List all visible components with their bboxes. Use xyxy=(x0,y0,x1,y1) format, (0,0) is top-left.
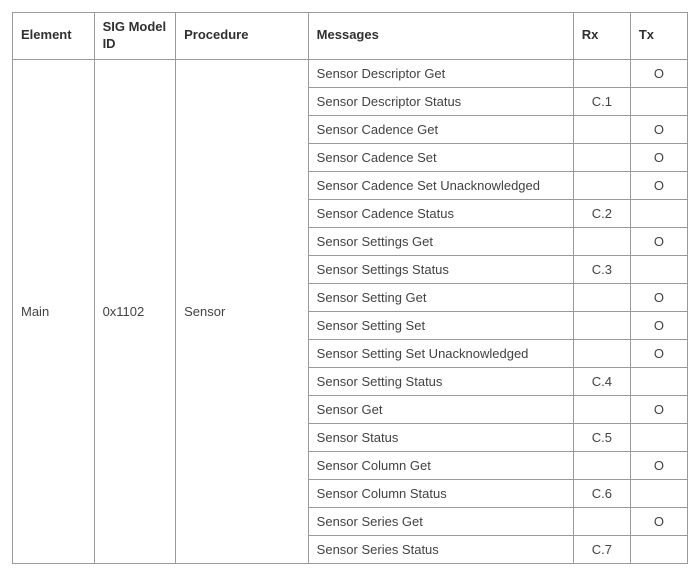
cell-rx: C.4 xyxy=(573,367,630,395)
cell-rx xyxy=(573,171,630,199)
cell-message: Sensor Get xyxy=(308,395,573,423)
header-model-id: SIG Model ID xyxy=(94,13,176,60)
cell-tx: O xyxy=(630,507,687,535)
cell-tx xyxy=(630,423,687,451)
cell-rx xyxy=(573,451,630,479)
cell-tx xyxy=(630,87,687,115)
cell-rx xyxy=(573,143,630,171)
cell-tx xyxy=(630,479,687,507)
header-procedure: Procedure xyxy=(176,13,309,60)
model-message-table: Element SIG Model ID Procedure Messages … xyxy=(12,12,688,564)
header-element: Element xyxy=(13,13,95,60)
cell-tx: O xyxy=(630,59,687,87)
cell-message: Sensor Column Get xyxy=(308,451,573,479)
cell-tx: O xyxy=(630,451,687,479)
cell-message: Sensor Cadence Set xyxy=(308,143,573,171)
cell-rx: C.1 xyxy=(573,87,630,115)
cell-rx xyxy=(573,227,630,255)
cell-tx: O xyxy=(630,171,687,199)
cell-message: Sensor Status xyxy=(308,423,573,451)
cell-tx: O xyxy=(630,395,687,423)
cell-tx xyxy=(630,535,687,563)
cell-rx: C.2 xyxy=(573,199,630,227)
cell-message: Sensor Descriptor Get xyxy=(308,59,573,87)
cell-tx: O xyxy=(630,311,687,339)
cell-message: Sensor Descriptor Status xyxy=(308,87,573,115)
cell-message: Sensor Setting Set xyxy=(308,311,573,339)
cell-procedure: Sensor xyxy=(176,59,309,563)
cell-message: Sensor Column Status xyxy=(308,479,573,507)
header-messages: Messages xyxy=(308,13,573,60)
cell-tx: O xyxy=(630,339,687,367)
cell-rx: C.3 xyxy=(573,255,630,283)
cell-rx: C.6 xyxy=(573,479,630,507)
table-header-row: Element SIG Model ID Procedure Messages … xyxy=(13,13,688,60)
cell-element: Main xyxy=(13,59,95,563)
cell-rx xyxy=(573,115,630,143)
cell-rx xyxy=(573,283,630,311)
cell-rx: C.7 xyxy=(573,535,630,563)
cell-message: Sensor Series Get xyxy=(308,507,573,535)
cell-rx xyxy=(573,507,630,535)
cell-tx xyxy=(630,255,687,283)
cell-message: Sensor Cadence Get xyxy=(308,115,573,143)
cell-message: Sensor Setting Status xyxy=(308,367,573,395)
cell-message: Sensor Setting Get xyxy=(308,283,573,311)
table-body: Main0x1102SensorSensor Descriptor Get O Se… xyxy=(13,59,688,563)
table-row: Main0x1102SensorSensor Descriptor GetO xyxy=(13,59,688,87)
cell-tx: O xyxy=(630,115,687,143)
cell-tx xyxy=(630,367,687,395)
cell-rx xyxy=(573,395,630,423)
cell-message: Sensor Cadence Status xyxy=(308,199,573,227)
cell-tx: O xyxy=(630,283,687,311)
cell-model-id: 0x1102 xyxy=(94,59,176,563)
cell-rx xyxy=(573,311,630,339)
cell-tx: O xyxy=(630,227,687,255)
cell-tx xyxy=(630,199,687,227)
cell-tx: O xyxy=(630,143,687,171)
cell-rx: C.5 xyxy=(573,423,630,451)
cell-message: Sensor Cadence Set Unacknowledged xyxy=(308,171,573,199)
cell-message: Sensor Setting Set Unacknowledged xyxy=(308,339,573,367)
header-rx: Rx xyxy=(573,13,630,60)
cell-message: Sensor Settings Status xyxy=(308,255,573,283)
cell-rx xyxy=(573,339,630,367)
cell-message: Sensor Settings Get xyxy=(308,227,573,255)
cell-message: Sensor Series Status xyxy=(308,535,573,563)
header-tx: Tx xyxy=(630,13,687,60)
cell-rx xyxy=(573,59,630,87)
